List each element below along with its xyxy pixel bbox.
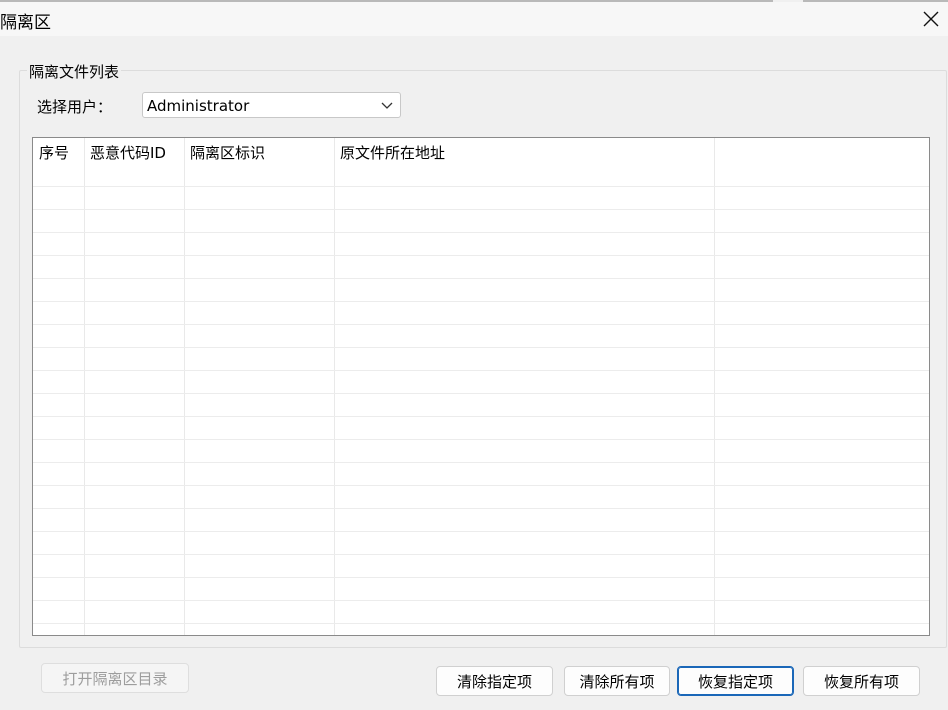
group-label: 隔离文件列表 xyxy=(27,61,122,82)
row-divider xyxy=(33,347,929,348)
column-header-malware-id[interactable]: 恶意代码ID xyxy=(84,138,184,186)
row-divider xyxy=(33,600,929,601)
row-divider xyxy=(33,531,929,532)
row-divider xyxy=(33,416,929,417)
column-divider xyxy=(84,138,85,635)
row-divider xyxy=(33,370,929,371)
column-header-index[interactable]: 序号 xyxy=(33,138,84,186)
title-bar: 隔离区 xyxy=(0,2,948,36)
column-header-filler xyxy=(714,138,929,186)
row-divider xyxy=(33,577,929,578)
row-divider xyxy=(33,623,929,624)
row-divider xyxy=(33,301,929,302)
row-divider xyxy=(33,232,929,233)
row-divider xyxy=(33,324,929,325)
clear-selected-button[interactable]: 清除指定项 xyxy=(436,666,553,696)
close-button[interactable] xyxy=(914,2,948,36)
column-divider xyxy=(184,138,185,635)
user-select-value: Administrator xyxy=(147,97,250,115)
row-divider xyxy=(33,485,929,486)
row-divider xyxy=(33,508,929,509)
column-divider xyxy=(334,138,335,635)
user-select[interactable]: Administrator xyxy=(142,92,401,118)
user-select-label: 选择用户： xyxy=(37,98,113,116)
row-divider xyxy=(33,209,929,210)
close-icon xyxy=(923,11,939,27)
column-header-quarantine-id[interactable]: 隔离区标识 xyxy=(184,138,334,186)
quarantine-file-list[interactable]: 序号 恶意代码ID 隔离区标识 原文件所在地址 xyxy=(32,137,930,636)
row-divider xyxy=(33,462,929,463)
row-divider xyxy=(33,439,929,440)
row-divider xyxy=(33,255,929,256)
window-title: 隔离区 xyxy=(0,13,51,33)
row-divider xyxy=(33,278,929,279)
restore-all-button[interactable]: 恢复所有项 xyxy=(803,666,920,696)
row-divider xyxy=(33,393,929,394)
open-quarantine-dir-button[interactable]: 打开隔离区目录 xyxy=(41,663,189,693)
row-divider xyxy=(33,186,929,187)
restore-selected-button[interactable]: 恢复指定项 xyxy=(677,666,794,696)
column-header-original-path[interactable]: 原文件所在地址 xyxy=(334,138,714,186)
chevron-down-icon xyxy=(381,102,393,109)
clear-all-button[interactable]: 清除所有项 xyxy=(564,666,670,696)
column-divider xyxy=(714,138,715,635)
row-divider xyxy=(33,554,929,555)
